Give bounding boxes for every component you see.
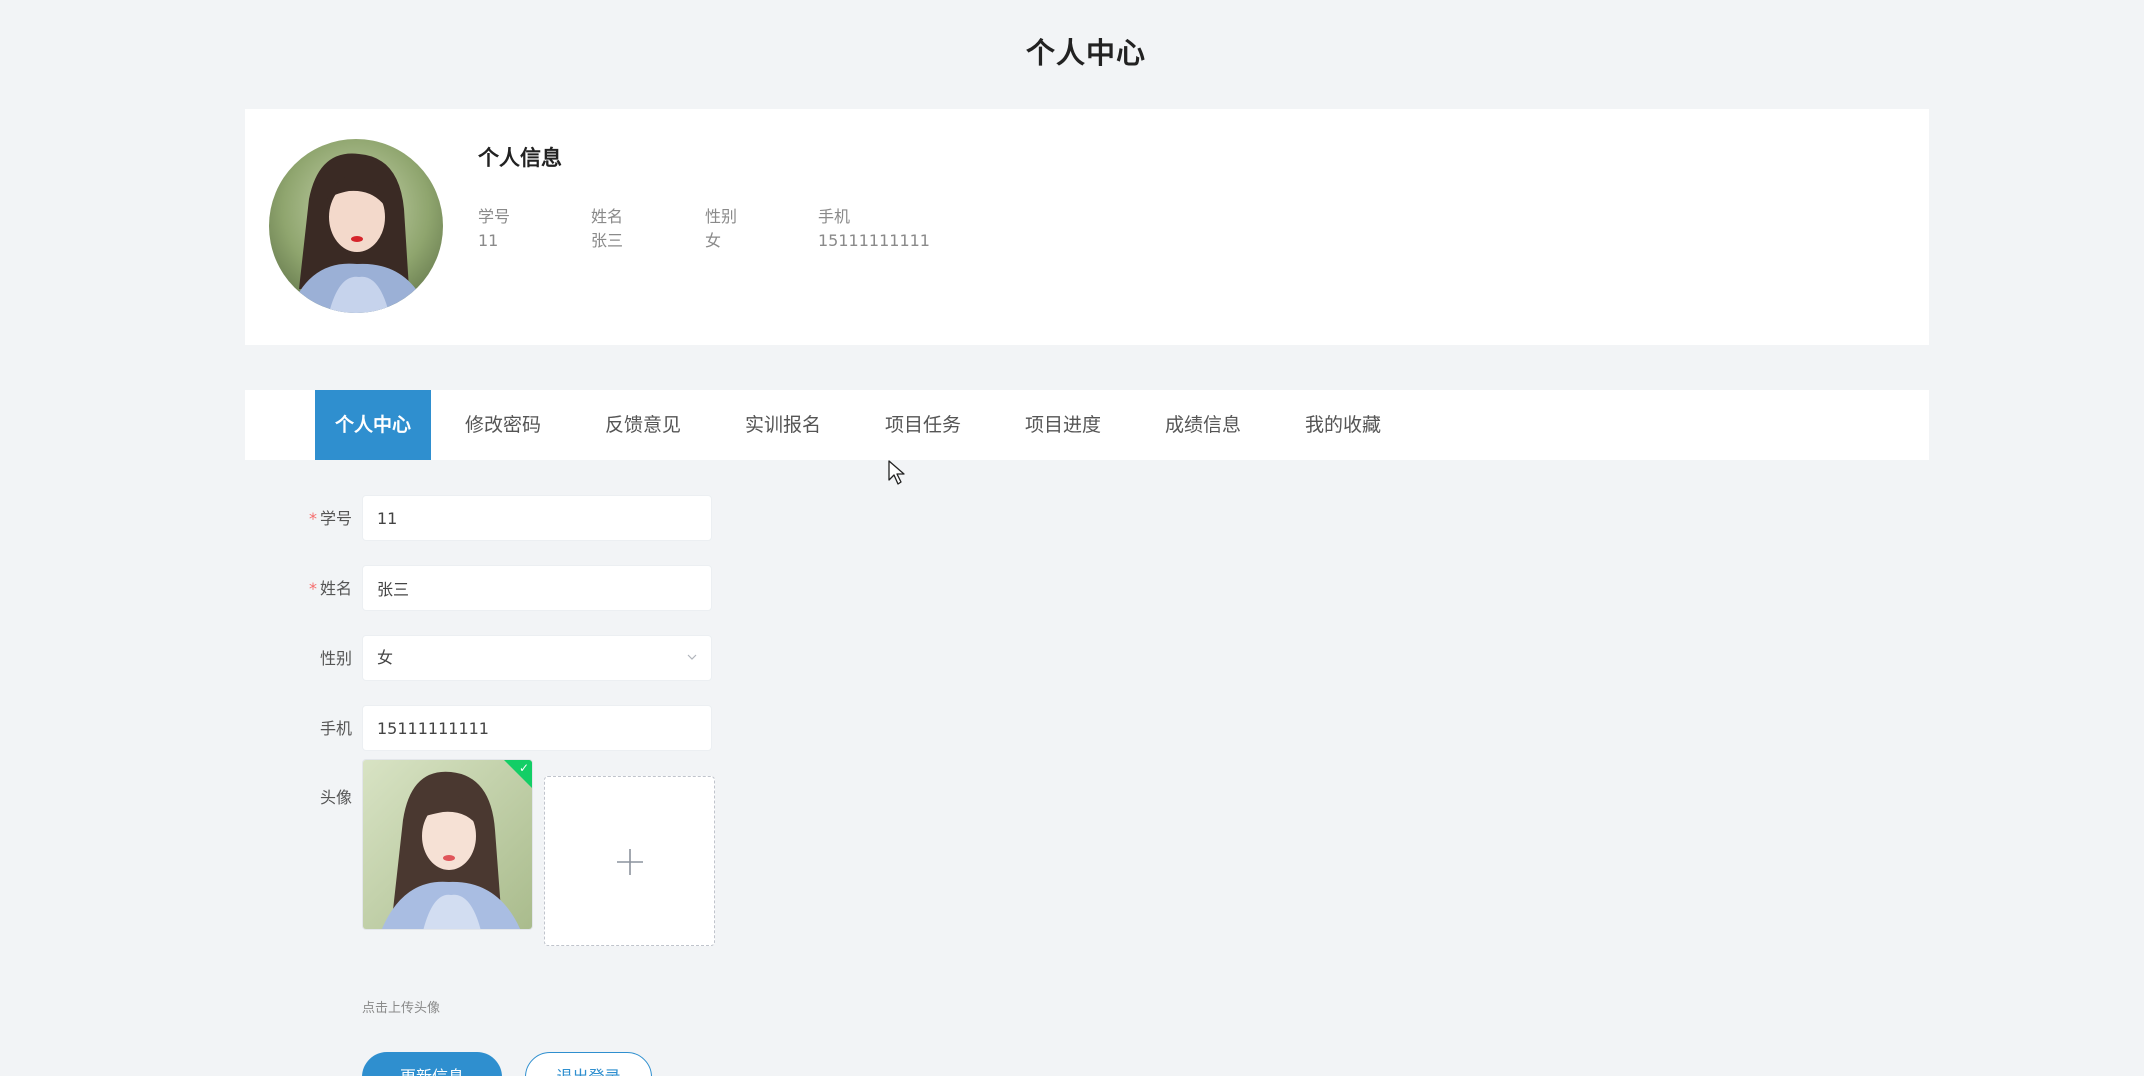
info-value: 女 <box>705 231 722 250</box>
info-label: 性别 <box>705 207 738 226</box>
chevron-down-icon <box>687 654 697 660</box>
student-id-label: * 学号 <box>280 495 352 543</box>
avatar-upload-button[interactable] <box>544 776 715 946</box>
tab-change-password[interactable]: 修改密码 <box>455 390 551 460</box>
avatar <box>269 139 443 313</box>
student-id-label-text: 学号 <box>319 509 352 528</box>
cursor-icon <box>888 460 905 485</box>
uploaded-avatar-thumbnail[interactable]: ✓ <box>362 759 533 930</box>
tab-favorites[interactable]: 我的收藏 <box>1295 390 1391 460</box>
phone-field[interactable] <box>362 705 712 751</box>
student-id-field[interactable] <box>362 495 712 541</box>
tab-grades[interactable]: 成绩信息 <box>1155 390 1251 460</box>
tab-profile-center[interactable]: 个人中心 <box>315 390 431 460</box>
gender-select-value: 女 <box>377 648 394 667</box>
tab-bar: 个人中心 修改密码 反馈意见 实训报名 项目任务 项目进度 成绩信息 我的收藏 <box>245 390 1929 460</box>
profile-section-title: 个人信息 <box>478 146 562 170</box>
info-label: 手机 <box>818 207 851 226</box>
info-value: 张三 <box>591 231 624 250</box>
info-name: 姓名 张三 <box>591 205 623 253</box>
name-label-text: 姓名 <box>319 579 352 598</box>
info-value: 15111111111 <box>818 231 930 250</box>
logout-button[interactable]: 退出登录 <box>525 1052 652 1076</box>
info-label: 姓名 <box>591 207 624 226</box>
info-phone: 手机 15111111111 <box>818 205 930 253</box>
profile-card: 个人信息 学号 11 姓名 张三 性别 女 手机 15111111111 <box>245 109 1929 345</box>
plus-icon <box>617 849 643 875</box>
name-field[interactable] <box>362 565 712 611</box>
info-value: 11 <box>478 231 499 250</box>
info-student-id: 学号 11 <box>478 205 510 253</box>
check-icon: ✓ <box>518 761 529 775</box>
tab-training-signup[interactable]: 实训报名 <box>735 390 831 460</box>
upload-tip: 点击上传头像 <box>362 1001 441 1016</box>
info-gender: 性别 女 <box>705 205 737 253</box>
gender-select[interactable]: 女 <box>362 635 712 681</box>
avatar-photo <box>269 139 443 313</box>
required-mark: * <box>308 579 317 598</box>
tab-feedback[interactable]: 反馈意见 <box>595 390 691 460</box>
gender-label: 性别 <box>319 649 352 668</box>
info-label: 学号 <box>478 207 511 226</box>
name-label: * 姓名 <box>280 565 352 613</box>
avatar-label: 头像 <box>319 788 352 807</box>
tab-project-tasks[interactable]: 项目任务 <box>875 390 971 460</box>
tab-project-progress[interactable]: 项目进度 <box>1015 390 1111 460</box>
page: 个人中心 个人信息 学号 11 姓名 张三 性别 女 手机 1511111111… <box>0 0 2144 1076</box>
update-info-button[interactable]: 更新信息 <box>362 1052 502 1076</box>
required-mark: * <box>308 509 317 528</box>
phone-label: 手机 <box>319 719 352 738</box>
page-title: 个人中心 <box>1025 36 1146 70</box>
